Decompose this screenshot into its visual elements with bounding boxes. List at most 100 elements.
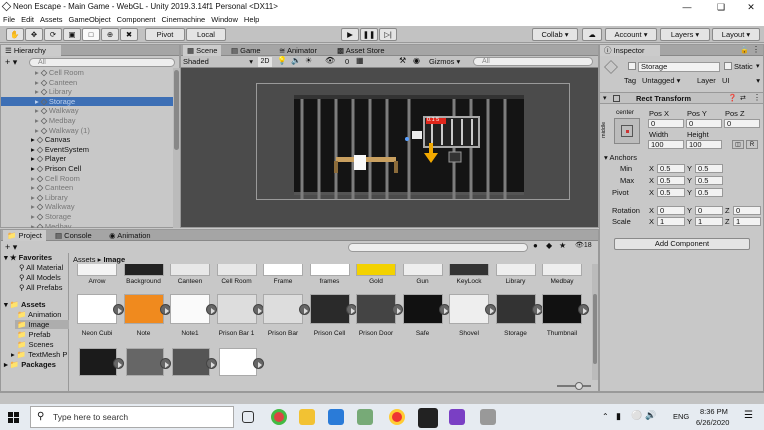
- battery-icon[interactable]: ▮: [616, 411, 621, 422]
- scale-z-field[interactable]: 1: [733, 217, 761, 226]
- menu-file[interactable]: File: [0, 14, 18, 25]
- hidden-packages-icon[interactable]: 👁18: [575, 241, 592, 249]
- task-view-icon[interactable]: [242, 411, 254, 423]
- height-field[interactable]: 100: [686, 140, 722, 149]
- unity-taskbar-icon[interactable]: [418, 408, 438, 428]
- snipping-tool-icon[interactable]: [357, 409, 373, 425]
- asset-thumbnail[interactable]: [218, 348, 264, 376]
- scale-tool-icon[interactable]: ▣: [63, 28, 81, 41]
- asset-thumbnail[interactable]: [125, 348, 171, 376]
- active-checkbox[interactable]: [628, 62, 636, 70]
- taskbar-search-input[interactable]: ⚲ Type here to search: [30, 406, 234, 428]
- menu-help[interactable]: Help: [241, 14, 262, 25]
- width-field[interactable]: 100: [648, 140, 684, 149]
- tab-game[interactable]: ▤ Game: [227, 45, 265, 56]
- account-dropdown[interactable]: Account ▾: [605, 28, 657, 41]
- lock-icon[interactable]: 🔒: [740, 46, 749, 54]
- pos-y-field[interactable]: 0: [686, 119, 722, 128]
- hidden-objects-icon[interactable]: 👁: [325, 56, 335, 65]
- folder-textmesh[interactable]: ▸ 📁 TextMesh P: [11, 350, 67, 359]
- help-icon[interactable]: ❓: [728, 94, 737, 102]
- hierarchy-item[interactable]: ▸ Walkway: [1, 106, 173, 116]
- asset-item[interactable]: Prison Door: [354, 294, 403, 340]
- volume-icon[interactable]: 🔊: [645, 410, 656, 421]
- blueprint-mode-button[interactable]: ◫: [732, 140, 744, 149]
- hierarchy-item[interactable]: ▸ Canteen: [1, 183, 173, 193]
- grid-icon[interactable]: ▦: [356, 56, 364, 65]
- favorites-folder[interactable]: ▾ ★ Favorites: [4, 253, 52, 262]
- rect-transform-header[interactable]: ▾ Rect Transform ❓ ⇄ ⋮: [600, 92, 763, 104]
- menu-component[interactable]: Component: [114, 14, 159, 25]
- minimize-icon[interactable]: —: [672, 0, 702, 14]
- layer-dropdown[interactable]: UI ▾: [722, 76, 762, 85]
- local-toggle[interactable]: Local: [186, 28, 226, 41]
- asset-thumbnail[interactable]: [79, 348, 124, 376]
- shading-dropdown[interactable]: Shaded ▾: [183, 57, 255, 67]
- expand-sprite-icon[interactable]: [159, 358, 171, 369]
- scale-y-field[interactable]: 1: [695, 217, 723, 226]
- expand-sprite-icon[interactable]: [578, 304, 589, 315]
- hierarchy-item[interactable]: ▸ Canvas: [1, 135, 173, 145]
- preset-icon[interactable]: ⇄: [740, 94, 746, 102]
- rotate-tool-icon[interactable]: ⟳: [44, 28, 62, 41]
- menu-cinemachine[interactable]: Cinemachine: [158, 14, 208, 25]
- hierarchy-item[interactable]: ▸ Prison Cell: [1, 164, 173, 174]
- menu-assets[interactable]: Assets: [37, 14, 66, 25]
- tab-hierarchy[interactable]: ☰ Hierarchy: [1, 45, 61, 56]
- hand-tool-icon[interactable]: ✋: [6, 28, 24, 41]
- filter-label-icon[interactable]: ◆: [546, 241, 552, 250]
- component-menu-icon[interactable]: ⋮: [753, 93, 761, 102]
- rotation-z-field[interactable]: 0: [733, 206, 761, 215]
- asset-item[interactable]: Neon Cubi: [75, 294, 124, 340]
- anchor-max-y-field[interactable]: 0.5: [695, 176, 723, 185]
- start-button[interactable]: [8, 412, 20, 424]
- project-scrollbar[interactable]: [592, 264, 598, 380]
- folder-animation[interactable]: 📁 Animation: [17, 310, 61, 319]
- breadcrumb-assets[interactable]: Assets: [73, 255, 96, 264]
- step-button[interactable]: ▷|: [379, 28, 397, 41]
- project-search-input[interactable]: [348, 243, 528, 252]
- folder-prefab[interactable]: 📁 Prefab: [17, 330, 51, 339]
- assets-folder[interactable]: ▾ 📁 Assets: [4, 300, 46, 309]
- tab-project[interactable]: 📁 Project: [3, 230, 46, 241]
- object-name-field[interactable]: Storage: [638, 62, 720, 72]
- pivot-gizmo[interactable]: [405, 137, 409, 141]
- anchor-preset-button[interactable]: [614, 118, 640, 144]
- network-icon[interactable]: ⚪: [631, 410, 642, 421]
- add-component-button[interactable]: Add Component: [614, 238, 750, 250]
- chrome-icon-2[interactable]: [389, 409, 405, 425]
- tools-icon[interactable]: ⚒: [399, 56, 406, 65]
- fav-all-materials[interactable]: ⚲ All Material: [19, 263, 63, 272]
- rotation-y-field[interactable]: 0: [695, 206, 723, 215]
- camera-icon[interactable]: ◉: [413, 56, 420, 65]
- anchor-min-x-field[interactable]: 0.5: [657, 164, 685, 173]
- hierarchy-item[interactable]: ▸ Library: [1, 87, 173, 97]
- fav-all-models[interactable]: ⚲ All Models: [19, 273, 61, 282]
- unity-hub-icon[interactable]: [480, 409, 496, 425]
- hierarchy-item[interactable]: ▸ Medbay: [1, 116, 173, 126]
- chrome-icon[interactable]: [271, 409, 287, 425]
- visual-studio-icon[interactable]: [449, 409, 465, 425]
- slider-handle[interactable]: [575, 382, 583, 390]
- static-checkbox[interactable]: [724, 62, 732, 70]
- create-dropdown[interactable]: + ▾: [5, 57, 17, 68]
- rect-tool-icon[interactable]: □: [82, 28, 100, 41]
- hierarchy-item[interactable]: ▸ Player: [1, 154, 173, 164]
- tab-animation[interactable]: ◉ Animation: [105, 230, 155, 241]
- hierarchy-item[interactable]: ▸ Walkway: [1, 202, 173, 212]
- menu-window[interactable]: Window: [208, 14, 241, 25]
- layout-dropdown[interactable]: Layout ▾: [712, 28, 760, 41]
- hierarchy-item[interactable]: ▸ Storage: [1, 96, 173, 107]
- filter-type-icon[interactable]: ●: [533, 241, 538, 250]
- asset-item[interactable]: Storage: [494, 294, 543, 340]
- expand-sprite-icon[interactable]: [113, 358, 124, 369]
- panel-menu-icon[interactable]: ⋮: [752, 45, 760, 54]
- store-icon[interactable]: [328, 409, 344, 425]
- static-dropdown-icon[interactable]: ▾: [756, 62, 760, 70]
- play-button[interactable]: ▶: [341, 28, 359, 41]
- folder-scenes[interactable]: 📁 Scenes: [17, 340, 53, 349]
- pivot-y-field[interactable]: 0.5: [695, 188, 723, 197]
- clock-time[interactable]: 8:36 PM: [700, 407, 728, 416]
- close-icon[interactable]: ✕: [736, 0, 764, 14]
- asset-item[interactable]: Note: [122, 294, 171, 340]
